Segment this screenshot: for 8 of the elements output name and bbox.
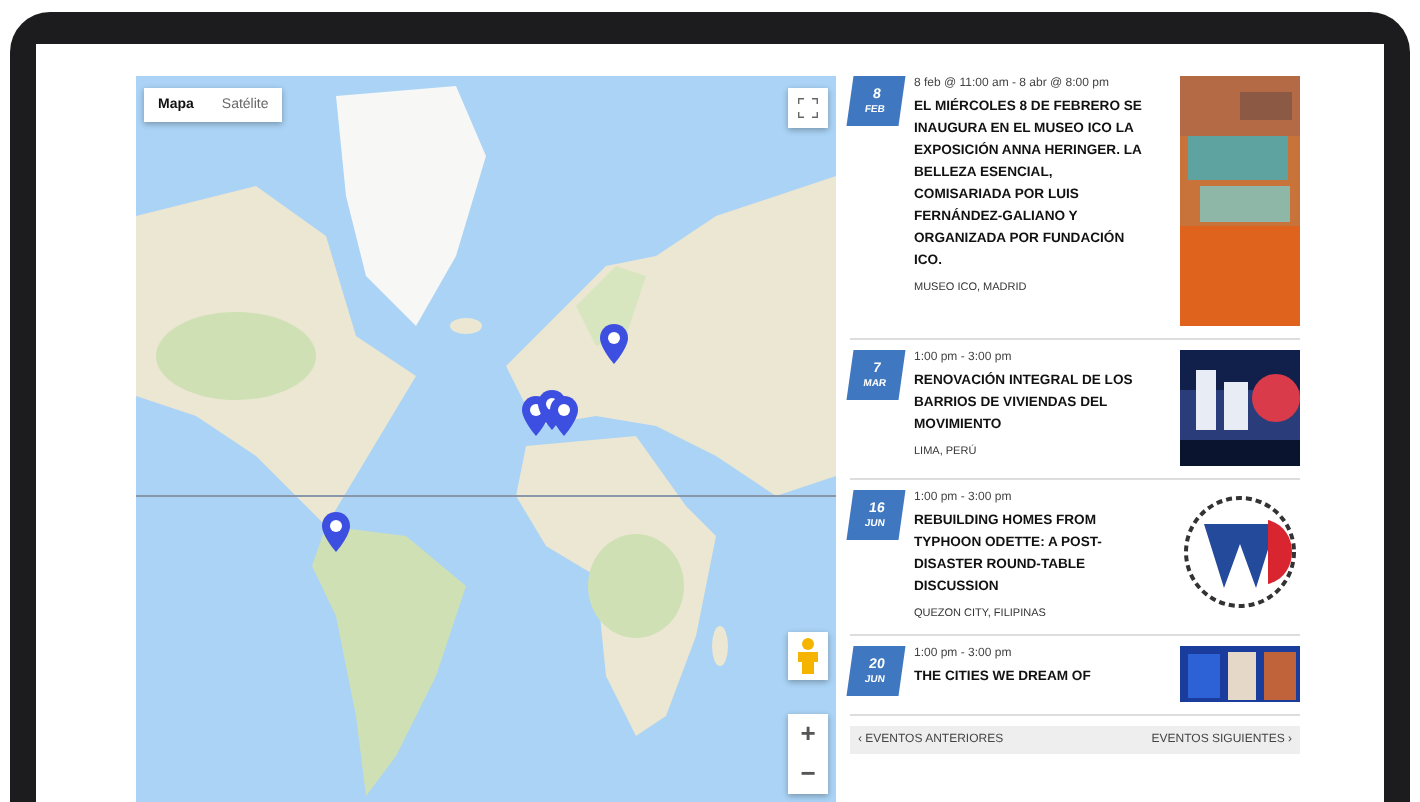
map-pin-icon[interactable] <box>550 396 578 436</box>
fullscreen-button[interactable] <box>788 88 828 128</box>
zoom-button[interactable]: − <box>788 754 828 794</box>
person-figure-icon <box>796 638 820 674</box>
map-pin-icon[interactable] <box>600 324 628 364</box>
fullscreen-icon <box>798 98 818 118</box>
zoom-button[interactable]: + <box>788 714 828 754</box>
map-pin-icon[interactable] <box>322 512 350 552</box>
